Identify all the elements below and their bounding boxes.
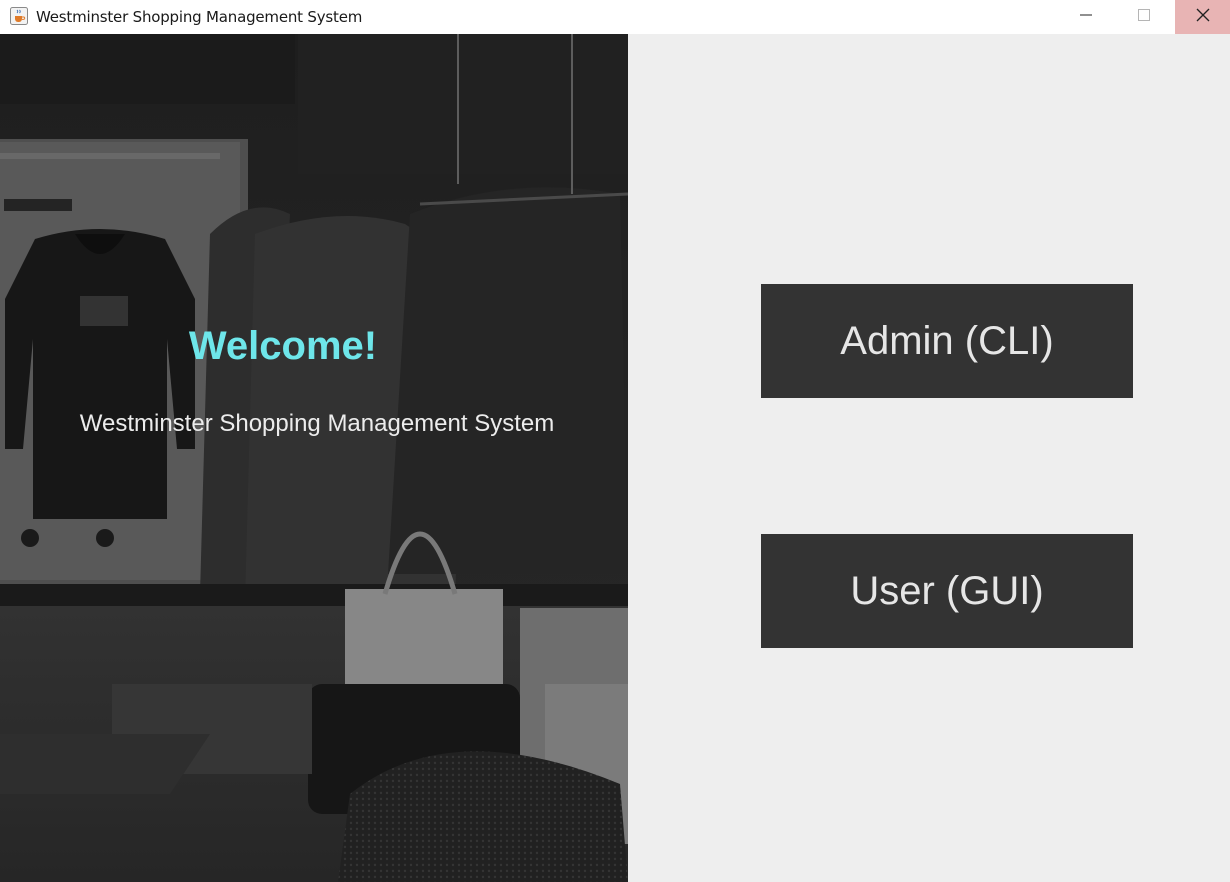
user-gui-button[interactable]: User (GUI) bbox=[761, 534, 1133, 648]
hero-panel: Welcome! Westminster Shopping Management… bbox=[0, 34, 628, 882]
close-button[interactable] bbox=[1175, 0, 1230, 34]
system-subtitle: Westminster Shopping Management System bbox=[79, 410, 555, 437]
window-title: Westminster Shopping Management System bbox=[36, 8, 363, 26]
fashion-store-photo bbox=[0, 34, 628, 882]
maximize-button[interactable] bbox=[1116, 0, 1172, 34]
minimize-icon bbox=[1080, 8, 1092, 26]
close-icon bbox=[1196, 8, 1210, 27]
welcome-heading: Welcome! bbox=[188, 324, 378, 368]
app-window: Westminster Shopping Management System W… bbox=[0, 0, 1230, 882]
admin-cli-button[interactable]: Admin (CLI) bbox=[761, 284, 1133, 398]
minimize-button[interactable] bbox=[1058, 0, 1114, 34]
maximize-icon bbox=[1138, 8, 1150, 26]
title-bar[interactable]: Westminster Shopping Management System bbox=[0, 0, 1230, 34]
java-cup-icon bbox=[10, 7, 28, 25]
